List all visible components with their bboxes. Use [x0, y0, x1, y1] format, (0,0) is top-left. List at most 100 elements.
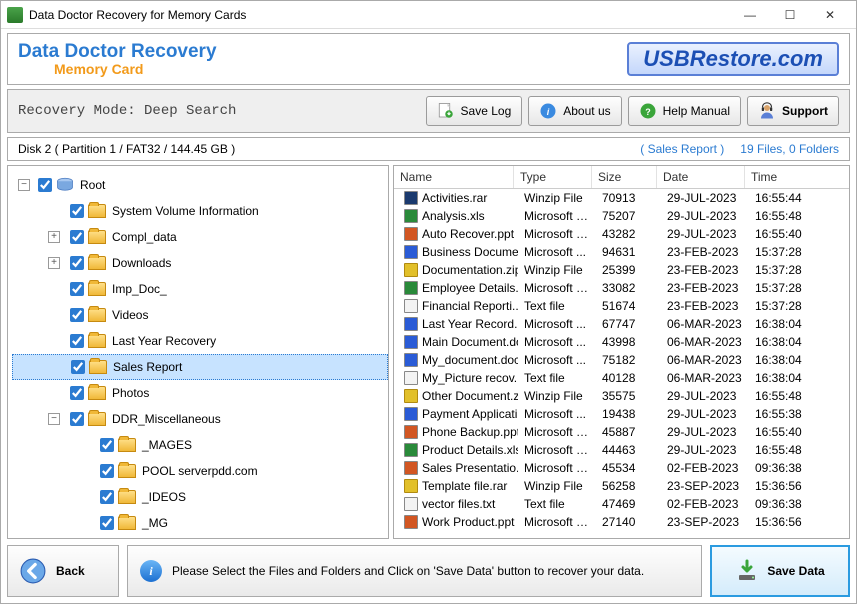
file-row[interactable]: Documentation.zipWinzip File2539923-FEB-… — [394, 261, 849, 279]
file-type-icon — [404, 227, 418, 241]
tree-label: _MG — [142, 516, 168, 530]
tree-item[interactable]: Last Year Recovery — [12, 328, 388, 354]
brand-site[interactable]: USBRestore.com — [627, 42, 839, 76]
folder-icon — [118, 438, 136, 452]
folder-icon — [89, 360, 107, 374]
file-row[interactable]: Product Details.xlsMicrosoft E...4446329… — [394, 441, 849, 459]
support-label: Support — [782, 104, 828, 118]
file-size: 75182 — [596, 353, 661, 367]
file-row[interactable]: Last Year Record...Microsoft ...6774706-… — [394, 315, 849, 333]
tree-item[interactable]: Videos — [12, 302, 388, 328]
tree-item[interactable]: System Volume Information — [12, 198, 388, 224]
file-name: Product Details.xls — [422, 443, 518, 457]
tree-item[interactable]: Imp_Doc_ — [12, 276, 388, 302]
file-time: 16:55:48 — [749, 209, 819, 223]
folder-tree[interactable]: −Root System Volume Information+ Compl_d… — [8, 166, 388, 538]
tree-checkbox[interactable] — [70, 230, 84, 244]
tree-item[interactable]: + Downloads — [12, 250, 388, 276]
expander-icon[interactable]: − — [18, 179, 30, 191]
tree-checkbox[interactable] — [70, 334, 84, 348]
file-row[interactable]: Work Product.pptMicrosoft P...2714023-SE… — [394, 513, 849, 531]
save-log-button[interactable]: Save Log — [426, 96, 523, 126]
help-manual-button[interactable]: ? Help Manual — [628, 96, 741, 126]
tree-item[interactable]: − DDR_Miscellaneous — [12, 406, 388, 432]
tree-checkbox[interactable] — [100, 516, 114, 530]
save-log-icon — [437, 102, 455, 120]
tree-item[interactable]: POOL serverpdd.com — [12, 458, 388, 484]
file-row[interactable]: Auto Recover.pptMicrosoft P...4328229-JU… — [394, 225, 849, 243]
tree-item[interactable]: _MG — [12, 510, 388, 536]
file-row[interactable]: Activities.rarWinzip File7091329-JUL-202… — [394, 189, 849, 207]
tree-checkbox[interactable] — [70, 204, 84, 218]
folder-icon — [88, 204, 106, 218]
expander-icon[interactable]: − — [48, 413, 60, 425]
expander-icon[interactable]: + — [48, 231, 60, 243]
file-type-icon — [404, 353, 418, 367]
file-name: Auto Recover.ppt — [422, 227, 514, 241]
tree-checkbox[interactable] — [71, 360, 85, 374]
file-row[interactable]: Phone Backup.pptMicrosoft P...4588729-JU… — [394, 423, 849, 441]
file-row[interactable]: My_document.docMicrosoft ...7518206-MAR-… — [394, 351, 849, 369]
file-time: 09:36:38 — [749, 497, 819, 511]
file-date: 06-MAR-2023 — [661, 371, 749, 385]
tree-checkbox[interactable] — [70, 282, 84, 296]
tree-checkbox[interactable] — [100, 490, 114, 504]
expander-icon[interactable]: + — [48, 257, 60, 269]
tree-item[interactable]: −Root — [12, 172, 388, 198]
file-name: Sales Presentatio... — [422, 461, 518, 475]
tree-checkbox[interactable] — [70, 256, 84, 270]
file-time: 16:55:40 — [749, 425, 819, 439]
file-row[interactable]: vector files.txtText file4746902-FEB-202… — [394, 495, 849, 513]
file-date: 02-FEB-2023 — [661, 497, 749, 511]
tree-checkbox[interactable] — [100, 464, 114, 478]
file-list[interactable]: Activities.rarWinzip File7091329-JUL-202… — [394, 189, 849, 538]
file-row[interactable]: Sales Presentatio...Microsoft P...455340… — [394, 459, 849, 477]
back-button[interactable]: Back — [7, 545, 119, 597]
hint-info-icon: i — [140, 560, 162, 582]
tree-item[interactable]: _MAGES — [12, 432, 388, 458]
close-button[interactable]: ✕ — [810, 4, 850, 26]
column-headers[interactable]: Name Type Size Date Time — [394, 166, 849, 189]
file-type: Microsoft E... — [518, 209, 596, 223]
tree-checkbox[interactable] — [70, 308, 84, 322]
folder-icon — [88, 334, 106, 348]
tree-checkbox[interactable] — [70, 412, 84, 426]
col-date[interactable]: Date — [657, 166, 745, 188]
col-time[interactable]: Time — [745, 166, 815, 188]
col-type[interactable]: Type — [514, 166, 592, 188]
save-data-button[interactable]: Save Data — [710, 545, 850, 597]
support-button[interactable]: Support — [747, 96, 839, 126]
tree-checkbox[interactable] — [100, 438, 114, 452]
folder-icon — [88, 282, 106, 296]
file-row[interactable]: Payment Applicati...Microsoft ...1943829… — [394, 405, 849, 423]
file-type-icon — [404, 299, 418, 313]
file-row[interactable]: Financial Reporti...Text file5167423-FEB… — [394, 297, 849, 315]
file-type-icon — [404, 425, 418, 439]
tree-item[interactable]: Photos — [12, 380, 388, 406]
file-name: Payment Applicati... — [422, 407, 518, 421]
file-row[interactable]: Business Docume...Microsoft ...9463123-F… — [394, 243, 849, 261]
tree-item[interactable]: _IDEOS — [12, 484, 388, 510]
tree-label: POOL serverpdd.com — [142, 464, 258, 478]
tree-item[interactable]: Sales Report — [12, 354, 388, 380]
file-date: 23-FEB-2023 — [661, 245, 749, 259]
tree-checkbox[interactable] — [38, 178, 52, 192]
file-row[interactable]: Main Document.docMicrosoft ...4399806-MA… — [394, 333, 849, 351]
file-time: 16:38:04 — [749, 353, 819, 367]
about-button[interactable]: i About us — [528, 96, 621, 126]
maximize-button[interactable]: ☐ — [770, 4, 810, 26]
file-row[interactable]: Other Document.zipWinzip File3557529-JUL… — [394, 387, 849, 405]
tree-checkbox[interactable] — [70, 386, 84, 400]
file-row[interactable]: Template file.rarWinzip File5625823-SEP-… — [394, 477, 849, 495]
file-row[interactable]: Analysis.xlsMicrosoft E...7520729-JUL-20… — [394, 207, 849, 225]
file-time: 15:37:28 — [749, 245, 819, 259]
minimize-button[interactable]: — — [730, 4, 770, 26]
tree-label: Compl_data — [112, 230, 177, 244]
col-size[interactable]: Size — [592, 166, 657, 188]
col-name[interactable]: Name — [394, 166, 514, 188]
tree-item[interactable]: + Compl_data — [12, 224, 388, 250]
file-row[interactable]: My_Picture recov...Text file4012806-MAR-… — [394, 369, 849, 387]
file-name: Other Document.zip — [422, 389, 518, 403]
file-date: 29-JUL-2023 — [661, 227, 749, 241]
file-row[interactable]: Employee Details...Microsoft E...3308223… — [394, 279, 849, 297]
